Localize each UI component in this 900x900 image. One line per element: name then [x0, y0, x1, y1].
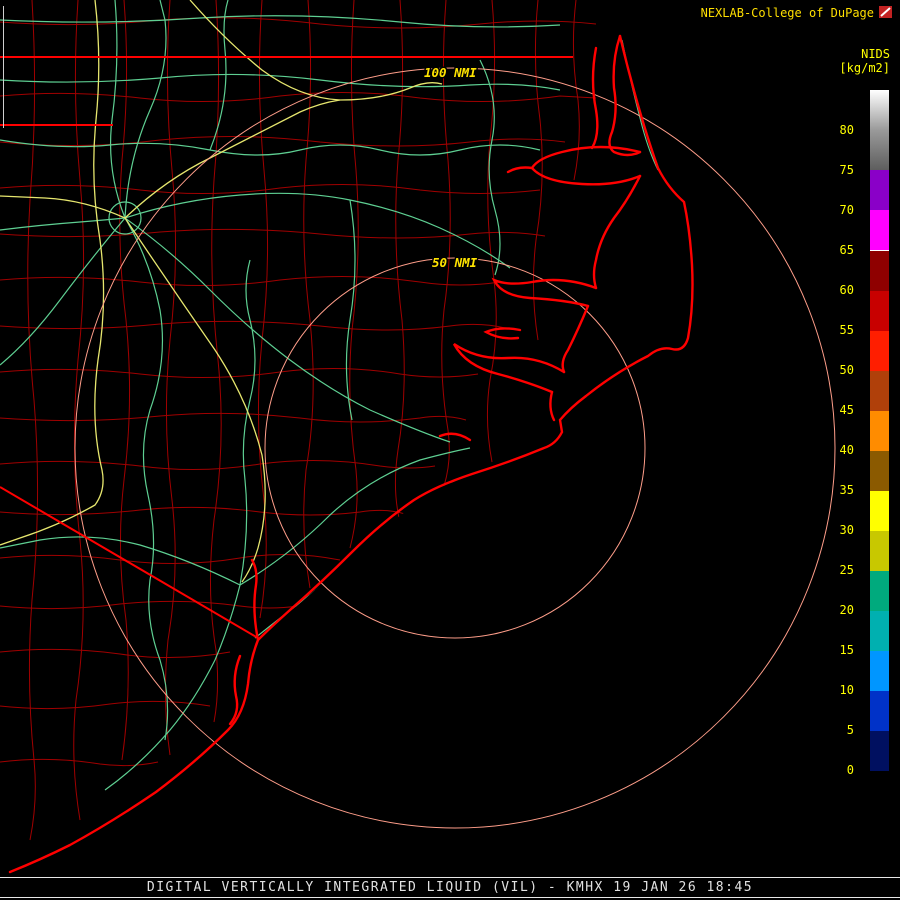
colorbar-label: 30: [839, 523, 854, 537]
colorbar-label: 70: [839, 203, 854, 217]
range-ring-100nmi: [74, 67, 836, 829]
colorbar-segment: [870, 250, 889, 291]
colorbar-labels: 80 75 70 65 60 55 50 45 40 35 30 25 20 15 10 5 0: [796, 90, 862, 830]
colorbar-label: 80: [839, 123, 854, 137]
colorbar-segment: [870, 571, 889, 611]
radar-map: 100 NMI 50 NMI: [0, 0, 836, 874]
colorbar-label: 10: [839, 683, 854, 697]
coastline: [8, 34, 694, 874]
colorbar-label: 0: [846, 763, 854, 777]
colorbar-segment: [870, 130, 889, 170]
colorbar-segment: [870, 210, 889, 250]
colorbar-segment: [870, 90, 889, 130]
colorbar-segment: [870, 451, 889, 491]
footer-rule-top: [0, 877, 900, 878]
colorbar-label: 25: [839, 563, 854, 577]
colorbar-segment: [870, 491, 889, 531]
cod-logo-icon: [879, 6, 892, 18]
colorbar-label: 20: [839, 603, 854, 617]
colorbar-segment: [870, 291, 889, 331]
ring-labels: 100 NMI 50 NMI: [423, 64, 480, 272]
colorbar-label: 65: [839, 243, 854, 257]
ring-label-50nmi: 50 NMI: [432, 255, 478, 270]
colorbar-label: 60: [839, 283, 854, 297]
colorbar-segment: [870, 371, 889, 411]
colorbar-segment: [870, 411, 889, 451]
colorbar-segment: [870, 691, 889, 731]
colorbar-label: 15: [839, 643, 854, 657]
range-rings: [74, 67, 836, 829]
unit-label: [kg/m2]: [839, 61, 890, 75]
colorbar-label: 35: [839, 483, 854, 497]
colorbar-segment: [870, 771, 889, 791]
colorbar-segment: [870, 651, 889, 691]
colorbar-segment: [870, 731, 889, 771]
colorbar-segment: [870, 531, 889, 571]
colorbar-segment: [870, 611, 889, 651]
colorbar-label: 75: [839, 163, 854, 177]
brand-text: NEXLAB-College of DuPage: [700, 6, 874, 20]
ring-label-100nmi: 100 NMI: [424, 65, 477, 80]
product-name: NIDS: [861, 47, 890, 61]
footer-text: DIGITAL VERTICALLY INTEGRATED LIQUID (VI…: [146, 880, 754, 895]
colorbar-segment: [870, 331, 889, 371]
colorbar-label: 5: [846, 723, 854, 737]
map-edge-line: [3, 6, 4, 128]
colorbar-segments: [870, 90, 889, 791]
colorbar-segment: [870, 170, 889, 210]
colorbar-label: 40: [839, 443, 854, 457]
state-borders: [0, 56, 573, 639]
colorbar-label: 55: [839, 323, 854, 337]
colorbar-label: 45: [839, 403, 854, 417]
colorbar-label: 50: [839, 363, 854, 377]
border-nc-sc: [0, 486, 259, 639]
highways-green: [0, 0, 561, 791]
footer-rule-bottom: [0, 897, 900, 898]
